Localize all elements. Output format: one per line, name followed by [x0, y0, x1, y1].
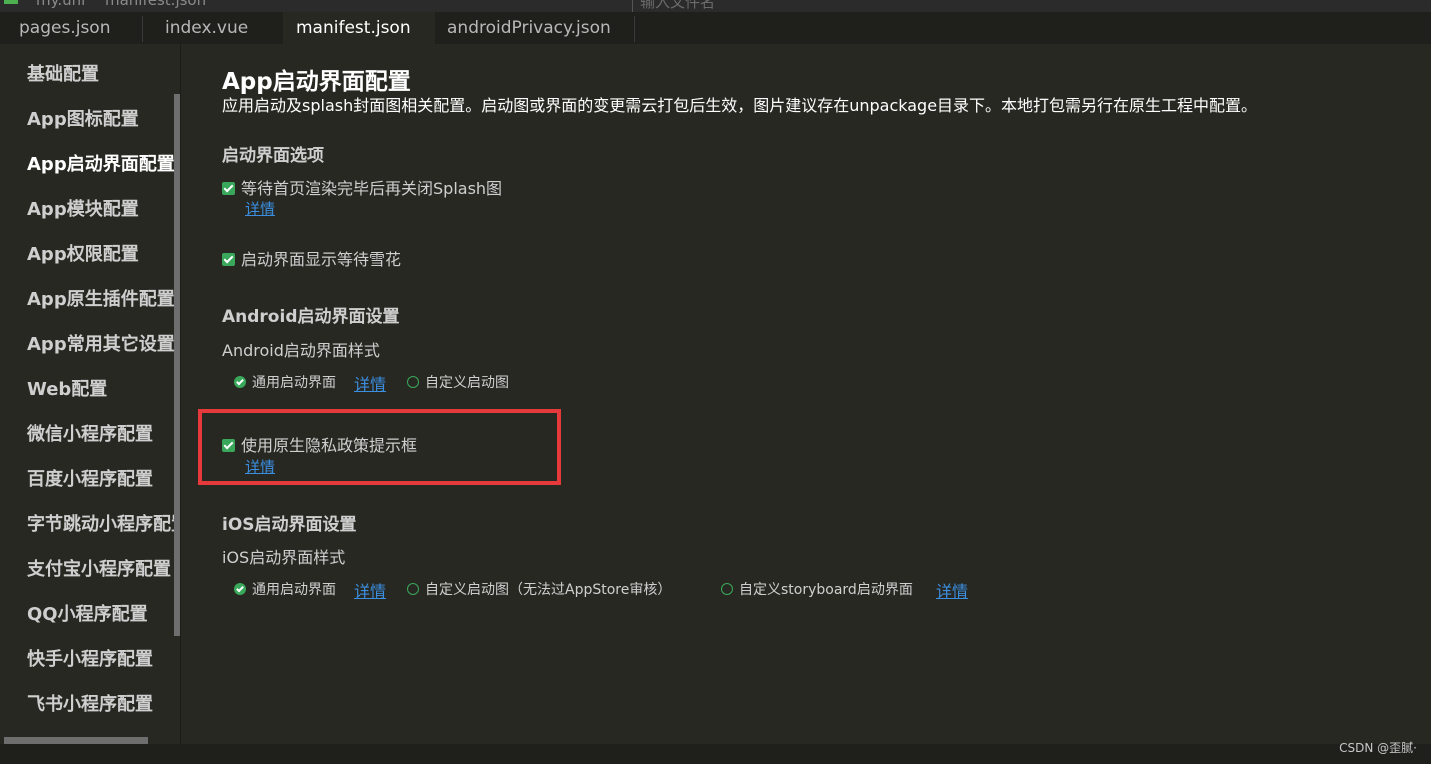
- tab-manifest-json[interactable]: manifest.json: [283, 12, 435, 44]
- radio-label: 通用启动界面: [252, 375, 336, 391]
- sidebar-horizontal-scrollbar[interactable]: [4, 737, 148, 744]
- ios-storyboard-details-link[interactable]: 详情: [936, 578, 968, 602]
- tab-label: manifest.json: [296, 18, 411, 38]
- checkbox-checked-icon[interactable]: [222, 182, 235, 195]
- native-privacy-details-link[interactable]: 详情: [245, 456, 275, 477]
- window-file-name: manifest.json: [105, 0, 207, 9]
- title-bar: my.uni manifest.json 输入文件名: [0, 0, 1431, 12]
- sidebar-item-app-modules[interactable]: App模块配置: [27, 195, 139, 221]
- native-privacy-label: 使用原生隐私政策提示框: [241, 436, 418, 455]
- radio-selected-icon[interactable]: [234, 583, 246, 595]
- sidebar-item-app-other[interactable]: App常用其它设置: [27, 330, 175, 356]
- radio-label: 通用启动界面: [252, 582, 336, 598]
- show-snow-checkbox-row[interactable]: 启动界面显示等待雪花: [222, 246, 401, 269]
- ios-generic-details-link[interactable]: 详情: [354, 578, 386, 602]
- sidebar-item-web[interactable]: Web配置: [27, 375, 107, 401]
- radio-label: 自定义storyboard启动界面: [739, 582, 913, 598]
- wait-render-details-link[interactable]: 详情: [245, 198, 275, 219]
- ios-radio-storyboard[interactable]: 自定义storyboard启动界面: [721, 579, 913, 599]
- checkbox-checked-icon[interactable]: [222, 439, 235, 452]
- radio-unselected-icon[interactable]: [721, 583, 733, 595]
- tab-label: pages.json: [19, 18, 111, 38]
- android-generic-details-link[interactable]: 详情: [354, 371, 386, 395]
- ios-radio-storyboard-row: 自定义storyboard启动界面: [721, 579, 913, 599]
- wait-render-checkbox-row[interactable]: 等待首页渲染完毕后再关闭Splash图: [222, 175, 502, 198]
- sidebar-item-weixin[interactable]: 微信小程序配置: [27, 420, 153, 446]
- project-name: my.uni: [36, 0, 86, 9]
- wait-render-label: 等待首页渲染完毕后再关闭Splash图: [241, 179, 503, 198]
- sidebar-item-basic[interactable]: 基础配置: [27, 60, 99, 86]
- ios-radio-generic[interactable]: 通用启动界面: [234, 579, 336, 599]
- radio-unselected-icon[interactable]: [407, 583, 419, 595]
- title-divider: [632, 0, 633, 12]
- checkbox-checked-icon[interactable]: [222, 253, 235, 266]
- tab-divider: [142, 16, 143, 42]
- radio-label: 自定义启动图: [425, 375, 509, 391]
- ios-radio-custom-row: 自定义启动图（无法过AppStore审核）: [407, 579, 671, 599]
- tab-android-privacy-json[interactable]: androidPrivacy.json: [435, 12, 635, 44]
- tab-label: androidPrivacy.json: [447, 18, 611, 38]
- radio-selected-icon[interactable]: [234, 376, 246, 388]
- sidebar-item-qq[interactable]: QQ小程序配置: [27, 600, 148, 626]
- ios-radio-generic-row: 通用启动界面: [234, 579, 336, 599]
- radio-unselected-icon[interactable]: [407, 376, 419, 388]
- sidebar-item-app-native-plugins[interactable]: App原生插件配置: [27, 285, 175, 311]
- app-logo-icon: [4, 0, 18, 4]
- page-description: 应用启动及splash封面图相关配置。启动图或界面的变更需云打包后生效，图片建议…: [222, 96, 1258, 115]
- tab-divider: [634, 16, 635, 42]
- status-bar: [0, 744, 1431, 764]
- sidebar-item-app-splash[interactable]: App启动界面配置: [27, 150, 175, 176]
- android-splash-style-label: Android启动界面样式: [222, 341, 380, 360]
- tab-pages-json[interactable]: pages.json: [0, 12, 143, 44]
- splash-options-heading: 启动界面选项: [222, 146, 324, 166]
- show-snow-label: 启动界面显示等待雪花: [241, 250, 402, 269]
- file-search-input[interactable]: 输入文件名: [640, 0, 715, 12]
- sidebar-item-baidu[interactable]: 百度小程序配置: [27, 465, 153, 491]
- sidebar-item-kuaishou[interactable]: 快手小程序配置: [27, 645, 153, 671]
- sidebar-item-app-icon[interactable]: App图标配置: [27, 105, 139, 131]
- tab-label: index.vue: [165, 18, 249, 38]
- android-splash-heading: Android启动界面设置: [222, 307, 400, 327]
- sidebar-item-toutiao[interactable]: 字节跳动小程序配置: [27, 510, 180, 536]
- ios-splash-style-label: iOS启动界面样式: [222, 548, 346, 567]
- editor-tab-bar: pages.json index.vue manifest.json andro…: [0, 12, 1431, 44]
- sidebar-item-alipay[interactable]: 支付宝小程序配置: [27, 555, 171, 581]
- watermark-text: CSDN @歪腻·: [1339, 741, 1417, 755]
- sidebar-item-app-permissions[interactable]: App权限配置: [27, 240, 139, 266]
- android-style-radio-group: 通用启动界面: [234, 372, 336, 392]
- page-title: App启动界面配置: [222, 69, 411, 95]
- android-style-radio-group-2: 自定义启动图: [407, 372, 509, 392]
- android-radio-custom-image[interactable]: 自定义启动图: [407, 372, 509, 392]
- android-radio-generic[interactable]: 通用启动界面: [234, 372, 336, 392]
- sidebar-vertical-scrollbar[interactable]: [174, 94, 180, 636]
- ios-splash-heading: iOS启动界面设置: [222, 515, 357, 535]
- tab-index-vue[interactable]: index.vue: [146, 12, 283, 44]
- config-sidebar: 基础配置 App图标配置 App启动界面配置 App模块配置 App权限配置 A…: [0, 44, 181, 744]
- ios-radio-custom-image[interactable]: 自定义启动图（无法过AppStore审核）: [407, 579, 671, 599]
- settings-panel: App启动界面配置 应用启动及splash封面图相关配置。启动图或界面的变更需云…: [181, 44, 1431, 744]
- native-privacy-checkbox-row[interactable]: 使用原生隐私政策提示框: [222, 432, 417, 455]
- sidebar-item-feishu[interactable]: 飞书小程序配置: [27, 690, 153, 716]
- radio-label: 自定义启动图（无法过AppStore审核）: [425, 582, 672, 598]
